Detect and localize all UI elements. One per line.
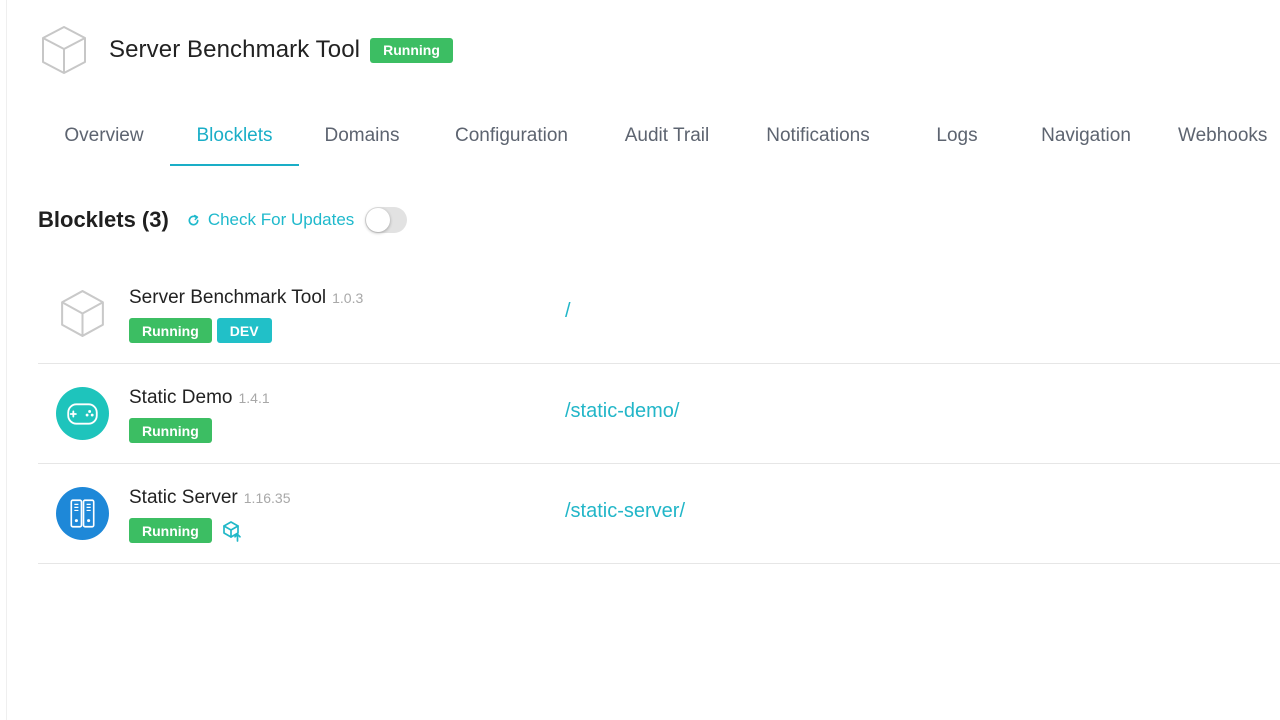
status-badge: Running [129, 518, 212, 543]
blocklets-section-header: Blocklets (3) Check For Updates [38, 204, 408, 236]
blocklet-badges: Running [129, 418, 212, 443]
package-upgrade-icon[interactable] [221, 520, 243, 542]
box-outline-icon [42, 26, 86, 74]
tab-navigation[interactable]: Navigation [1034, 114, 1138, 164]
app-header: Server Benchmark Tool Running [38, 24, 453, 76]
blocklet-list: Server Benchmark Tool 1.0.3 Running DEV … [38, 264, 1280, 564]
blocklet-badges: Running DEV [129, 318, 272, 343]
blocklet-name: Static Demo [129, 387, 233, 408]
check-updates-label: Check For Updates [207, 210, 355, 229]
tab-notifications[interactable]: Notifications [756, 114, 880, 164]
section-title: Blocklets (3) [38, 207, 169, 232]
tab-bar: Overview Blocklets Domains Configuration… [38, 114, 1280, 168]
blocklet-version: 1.0.3 [332, 290, 364, 306]
tab-webhooks[interactable]: Webhooks [1178, 114, 1280, 164]
page-title: Server Benchmark Tool [109, 36, 361, 63]
dev-badge: DEV [216, 318, 272, 343]
blocklet-path-link[interactable]: /static-demo/ [565, 400, 679, 423]
tab-logs[interactable]: Logs [920, 114, 994, 164]
blocklet-title: Static Demo 1.4.1 [129, 387, 270, 409]
tab-configuration[interactable]: Configuration [445, 114, 578, 164]
status-badge: Running [129, 318, 212, 343]
blocklet-version: 1.16.35 [243, 490, 291, 506]
blocklet-title: Static Server 1.16.35 [129, 487, 290, 509]
gamepad-icon [56, 387, 109, 440]
refresh-icon [188, 214, 199, 226]
blocklet-name: Server Benchmark Tool [129, 287, 327, 308]
active-tab-indicator [170, 164, 299, 166]
left-divider [6, 0, 7, 720]
toggle-knob [366, 208, 391, 232]
table-row[interactable]: Server Benchmark Tool 1.0.3 Running DEV … [38, 264, 1280, 364]
blocklet-version: 1.4.1 [238, 390, 270, 406]
blocklet-path-link[interactable]: /static-server/ [565, 500, 685, 523]
table-row[interactable]: Static Server 1.16.35 Running /static-se… [38, 464, 1280, 564]
server-rack-icon [56, 487, 109, 540]
status-badge: Running [370, 37, 453, 63]
box-outline-icon [61, 290, 104, 337]
auto-check-toggle[interactable] [365, 207, 408, 233]
check-updates-button[interactable]: Check For Updates [187, 210, 354, 230]
tab-blocklets[interactable]: Blocklets [170, 114, 299, 164]
blocklet-path-link[interactable]: / [565, 300, 571, 323]
table-row[interactable]: Static Demo 1.4.1 Running /static-demo/ [38, 364, 1280, 464]
tab-overview[interactable]: Overview [58, 114, 150, 164]
blocklet-name: Static Server [129, 487, 238, 508]
status-badge: Running [129, 418, 212, 443]
tab-audit-trail[interactable]: Audit Trail [618, 114, 716, 164]
blocklet-title: Server Benchmark Tool 1.0.3 [129, 287, 363, 309]
blocklet-badges: Running [129, 518, 243, 543]
tab-domains[interactable]: Domains [319, 114, 405, 164]
